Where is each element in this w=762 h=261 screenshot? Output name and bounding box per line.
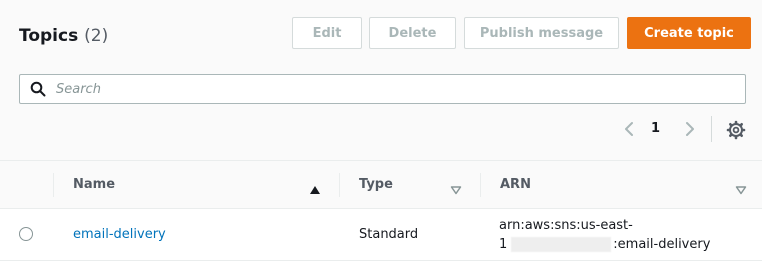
table-head: Name Type ARN <box>0 161 762 209</box>
table-header-panel: Topics (2) Edit Delete Publish message C… <box>0 0 762 160</box>
column-divider <box>480 173 481 197</box>
column-divider <box>339 173 340 197</box>
create-topic-button[interactable]: Create topic <box>627 17 751 49</box>
gear-icon[interactable] <box>726 120 746 140</box>
page-number[interactable]: 1 <box>651 121 660 136</box>
topic-type: Standard <box>359 227 419 242</box>
chevron-left-icon[interactable] <box>622 120 638 138</box>
caret-down-outline-icon[interactable] <box>735 180 747 195</box>
pagination-divider <box>711 116 712 142</box>
delete-button[interactable]: Delete <box>369 17 456 49</box>
publish-message-button[interactable]: Publish message <box>464 17 619 49</box>
edit-button[interactable]: Edit <box>292 17 362 49</box>
table-row[interactable]: email-delivery Standard arn:aws:sns:us-e… <box>0 209 762 261</box>
arn-line-1: arn:aws:sns:us-east- <box>499 218 633 233</box>
search-box <box>19 74 746 104</box>
column-header-arn[interactable]: ARN <box>500 177 531 192</box>
search-icon <box>30 81 46 101</box>
column-header-type[interactable]: Type <box>359 177 393 192</box>
search-input[interactable] <box>54 78 734 100</box>
column-header-name[interactable]: Name <box>73 177 115 192</box>
topic-count: (2) <box>84 26 109 46</box>
column-divider <box>53 173 54 197</box>
caret-down-outline-icon[interactable] <box>450 180 462 195</box>
arn-line-2: 1 :email-delivery <box>499 235 710 254</box>
topics-table: Name Type ARN email-delivery Standard ar… <box>0 160 762 261</box>
caret-up-icon[interactable] <box>309 180 321 194</box>
page-title-text: Topics <box>19 26 79 46</box>
arn-topic-suffix: :email-delivery <box>613 237 711 252</box>
topic-name-link[interactable]: email-delivery <box>73 227 166 242</box>
chevron-right-icon[interactable] <box>681 120 697 138</box>
row-select-radio[interactable] <box>19 227 33 241</box>
topic-arn: arn:aws:sns:us-east- 1 :email-delivery <box>499 216 710 254</box>
arn-region-suffix: 1 <box>499 237 508 252</box>
redacted-account-id <box>511 237 612 252</box>
page-title: Topics (2) <box>19 26 108 46</box>
